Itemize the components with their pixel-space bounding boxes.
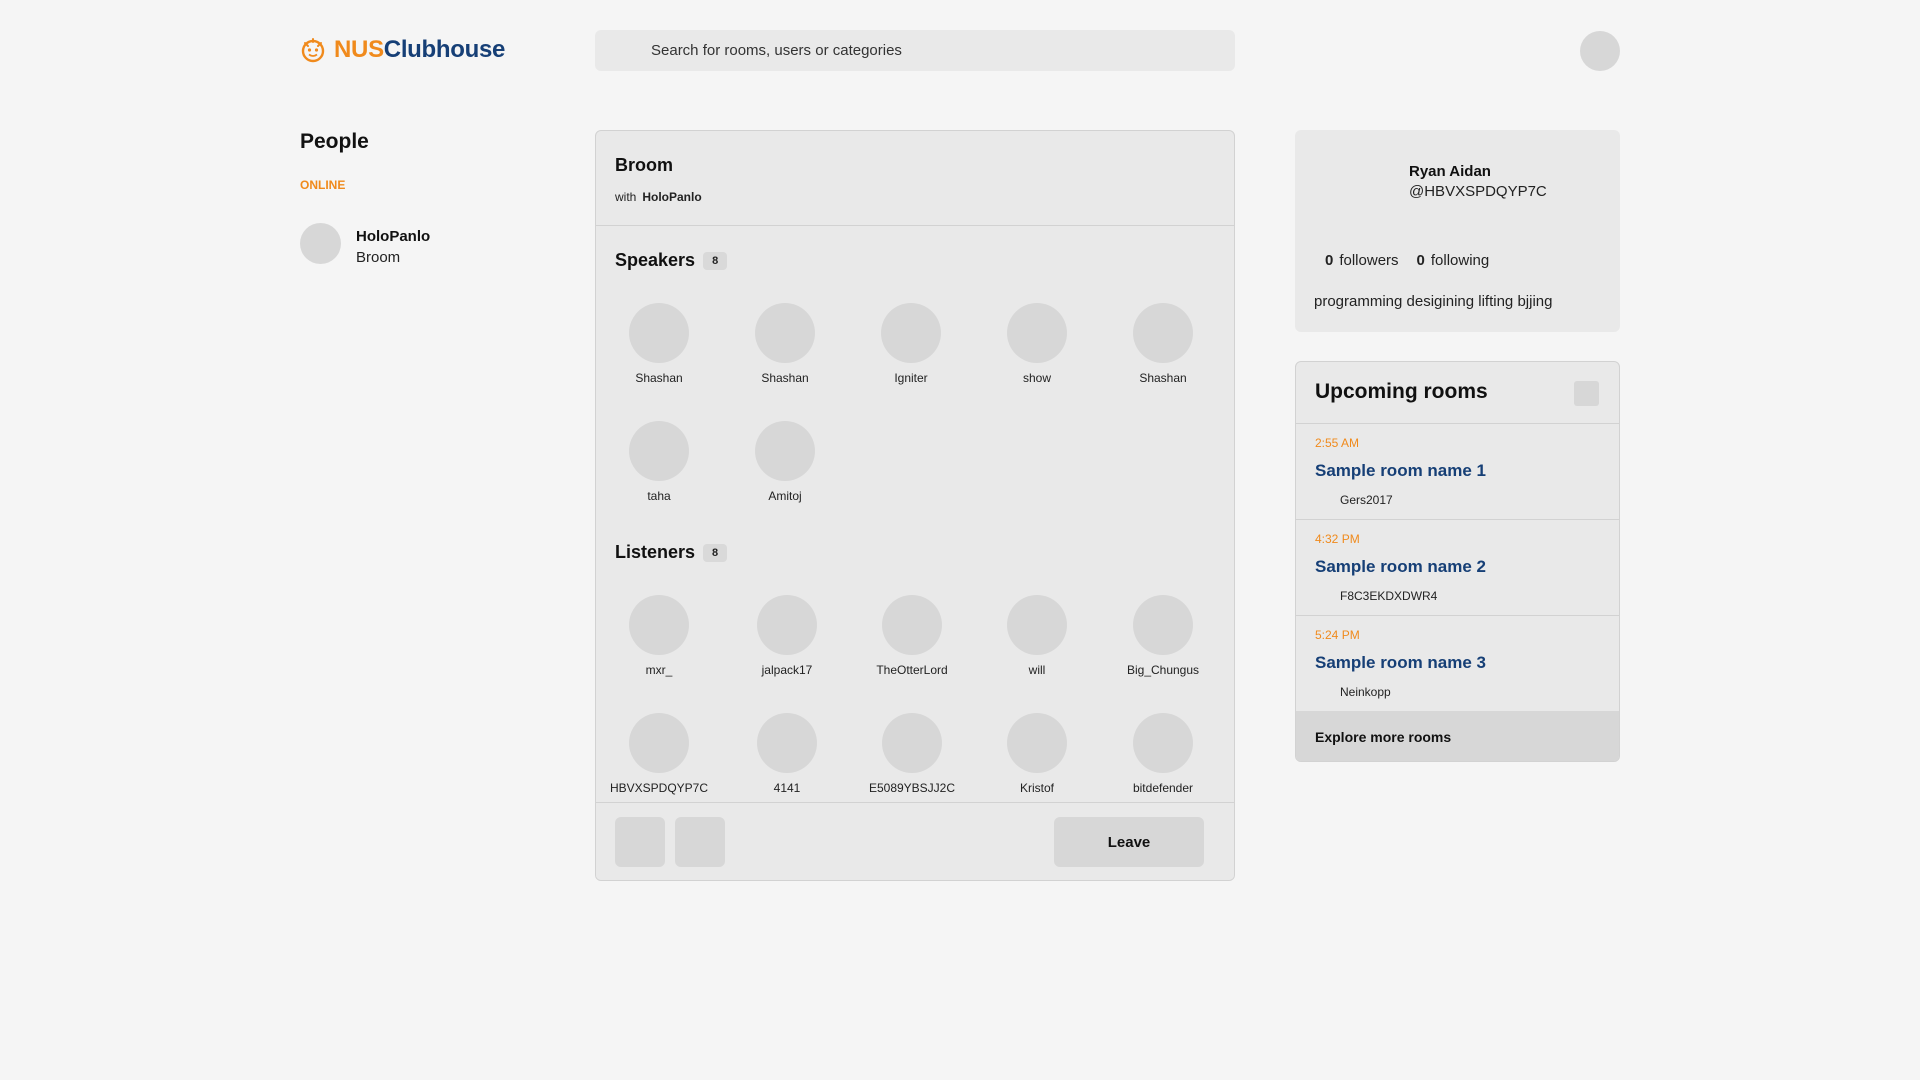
profile-handle: @HBVXSPDQYP7C: [1409, 183, 1547, 200]
listener-avatar: [629, 595, 689, 655]
speaker-avatar: [755, 421, 815, 481]
listener-tile[interactable]: HBVXSPDQYP7C: [599, 713, 719, 795]
listener-tile[interactable]: mxr_: [599, 595, 719, 677]
raise-hand-button[interactable]: [675, 817, 725, 867]
app-logo[interactable]: NUSClubhouse: [300, 36, 505, 64]
listener-avatar: [757, 713, 817, 773]
upcoming-title: Upcoming rooms: [1315, 380, 1488, 403]
listener-avatar: [1133, 595, 1193, 655]
room-controls: Leave: [596, 802, 1234, 880]
calendar-icon[interactable]: [1574, 381, 1599, 406]
listener-tile[interactable]: 4141: [727, 713, 847, 795]
listener-avatar: [1007, 595, 1067, 655]
listener-avatar: [1007, 713, 1067, 773]
listener-avatar: [882, 713, 942, 773]
user-avatar[interactable]: [1580, 31, 1620, 71]
followers-link[interactable]: 0 followers: [1325, 252, 1399, 269]
listener-tile[interactable]: Kristof: [977, 713, 1097, 795]
room-host-line: with HoloPanlo: [615, 190, 702, 204]
club-logo-icon: [301, 38, 325, 63]
listener-avatar: [1133, 713, 1193, 773]
speaker-tile[interactable]: Shashan: [725, 303, 845, 385]
follow-stats: 0 followers 0 following: [1325, 252, 1489, 269]
speaker-tile[interactable]: taha: [599, 421, 719, 503]
room-title: Broom: [615, 155, 673, 175]
online-label: ONLINE: [300, 178, 346, 192]
speakers-heading: Speakers 8: [615, 250, 728, 271]
online-person-room: Broom: [356, 249, 401, 266]
speaker-avatar: [881, 303, 941, 363]
explore-more-rooms-button[interactable]: Explore more rooms: [1296, 711, 1619, 761]
listener-tile[interactable]: Big_Chungus: [1103, 595, 1223, 677]
speaker-tile[interactable]: Shashan: [1103, 303, 1223, 385]
listener-avatar: [757, 595, 817, 655]
mic-toggle-button[interactable]: [615, 817, 665, 867]
profile-card: Ryan Aidan @HBVXSPDQYP7C 0 followers 0 foll…: [1295, 130, 1620, 332]
listeners-heading: Listeners 8: [615, 542, 728, 563]
app-title: NUSClubhouse: [334, 36, 506, 63]
speaker-tile[interactable]: Amitoj: [725, 421, 845, 503]
speaker-tile[interactable]: show: [977, 303, 1097, 385]
upcoming-room-item[interactable]: 5:24 PM Sample room name 3 Neinkopp: [1296, 616, 1619, 712]
speaker-avatar: [755, 303, 815, 363]
listener-avatar: [882, 595, 942, 655]
upcoming-room-item[interactable]: 4:32 PM Sample room name 2 F8C3EKDXDWR4: [1296, 520, 1619, 616]
profile-name: Ryan Aidan: [1409, 163, 1491, 180]
listener-tile[interactable]: bitdefender: [1103, 713, 1223, 795]
speaker-tile[interactable]: Shashan: [599, 303, 719, 385]
listener-avatar: [629, 713, 689, 773]
upcoming-header: Upcoming rooms: [1296, 362, 1619, 424]
listener-tile[interactable]: jalpack17: [727, 595, 847, 677]
upcoming-room-item[interactable]: 2:55 AM Sample room name 1 Gers2017: [1296, 424, 1619, 520]
speaker-avatar: [1007, 303, 1067, 363]
speaker-avatar: [1133, 303, 1193, 363]
search-input[interactable]: [595, 30, 1235, 71]
leave-room-button[interactable]: Leave: [1054, 817, 1204, 867]
room-host-name[interactable]: HoloPanlo: [642, 190, 701, 204]
listeners-count-badge: 8: [703, 543, 728, 562]
speaker-avatar: [629, 303, 689, 363]
listener-tile[interactable]: E5089YBSJJ2C: [852, 713, 972, 795]
people-title: People: [300, 130, 369, 153]
online-person-avatar[interactable]: [300, 223, 341, 264]
speakers-count-badge: 8: [703, 251, 728, 270]
room-header: Broom with HoloPanlo: [596, 131, 1234, 226]
speaker-tile[interactable]: Igniter: [851, 303, 971, 385]
following-link[interactable]: 0 following: [1417, 252, 1490, 269]
listener-tile[interactable]: TheOtterLord: [852, 595, 972, 677]
speaker-avatar: [629, 421, 689, 481]
upcoming-rooms-panel: Upcoming rooms 2:55 AM Sample room name …: [1295, 361, 1620, 762]
profile-bio: programming desigining lifting bjjing: [1314, 293, 1553, 310]
online-person-name[interactable]: HoloPanlo: [356, 228, 430, 245]
listener-tile[interactable]: will: [977, 595, 1097, 677]
room-panel: Broom with HoloPanlo Speakers 8 Shashan S…: [595, 130, 1235, 881]
